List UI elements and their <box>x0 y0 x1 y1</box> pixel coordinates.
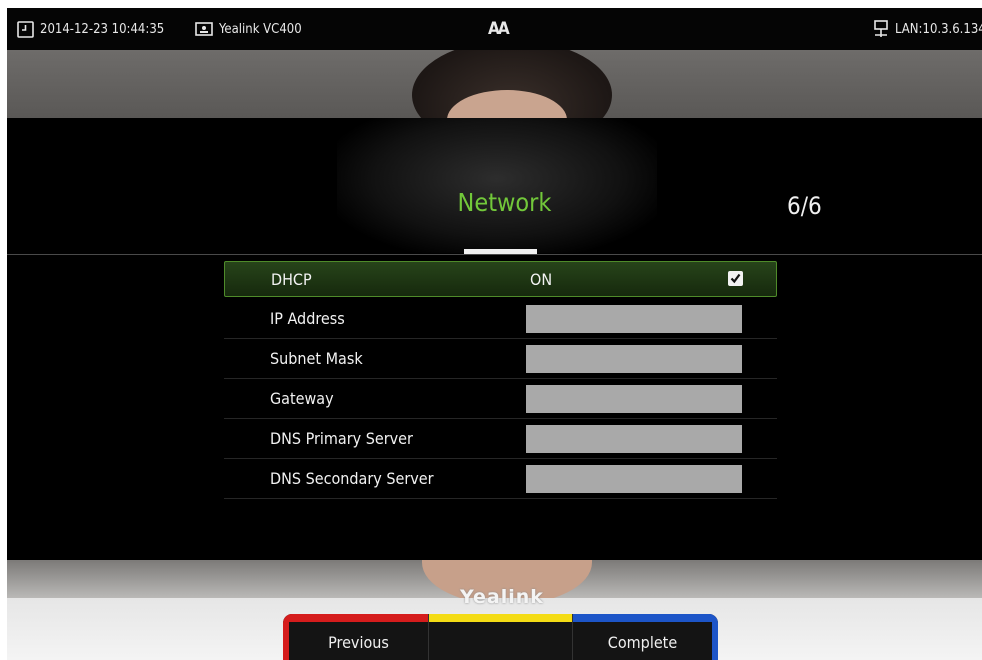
subnet-mask-row: Subnet Mask <box>224 339 777 379</box>
datetime-text: 2014-12-23 10:44:35 <box>40 21 165 37</box>
screen: 2014-12-23 10:44:35 Yealink VC400 AA LAN… <box>7 8 982 660</box>
subnet-mask-field[interactable] <box>526 345 742 373</box>
clock-icon <box>17 20 40 38</box>
blue-key-bar <box>573 614 712 622</box>
network-settings-list: DHCP ON IP Address Subnet Mask Gateway D… <box>224 261 777 499</box>
softkey-bar: Previous Complete <box>283 614 718 660</box>
status-bar: 2014-12-23 10:44:35 Yealink VC400 AA LAN… <box>7 8 982 50</box>
ip-address-field[interactable] <box>526 305 742 333</box>
ip-address-label: IP Address <box>270 309 345 328</box>
title-glow <box>337 118 657 253</box>
ip-address-row: IP Address <box>224 299 777 339</box>
display-icon <box>195 22 219 36</box>
dns-secondary-label: DNS Secondary Server <box>270 469 434 488</box>
checkmark-icon <box>730 273 741 284</box>
subnet-mask-label: Subnet Mask <box>270 349 363 368</box>
gateway-label: Gateway <box>270 389 334 408</box>
font-size-icon[interactable]: AA <box>488 8 510 50</box>
dns-secondary-field[interactable] <box>526 465 742 493</box>
dhcp-value: ON <box>530 269 553 289</box>
network-icon <box>873 20 895 38</box>
status-datetime: 2014-12-23 10:44:35 <box>17 8 164 50</box>
dhcp-row[interactable]: DHCP ON <box>224 261 777 297</box>
dhcp-checkbox[interactable] <box>728 271 743 286</box>
page-indicator: 6/6 <box>787 192 822 220</box>
setup-wizard-panel: Network 6/6 DHCP ON IP Address Subnet Ma… <box>7 118 982 560</box>
yellow-softkey-label <box>429 624 572 660</box>
dns-secondary-row: DNS Secondary Server <box>224 459 777 499</box>
complete-button[interactable]: Complete <box>573 614 718 660</box>
panel-divider <box>7 254 982 255</box>
yellow-key-bar <box>429 614 572 622</box>
dns-primary-label: DNS Primary Server <box>270 429 413 448</box>
yellow-softkey[interactable] <box>428 614 573 660</box>
video-background-top <box>7 50 982 118</box>
previous-label: Previous <box>328 632 389 652</box>
dns-primary-field[interactable] <box>526 425 742 453</box>
gateway-field[interactable] <box>526 385 742 413</box>
previous-button[interactable]: Previous <box>283 614 428 660</box>
wizard-title: Network <box>457 188 552 217</box>
model-text: Yealink VC400 <box>219 21 302 37</box>
lan-text: LAN:10.3.6.134 <box>895 21 982 37</box>
dhcp-label: DHCP <box>271 269 312 289</box>
red-key-bar <box>289 614 428 622</box>
status-lan: LAN:10.3.6.134 <box>873 8 982 50</box>
complete-label: Complete <box>607 632 678 652</box>
dns-primary-row: DNS Primary Server <box>224 419 777 459</box>
gateway-row: Gateway <box>224 379 777 419</box>
yealink-logo: Yealink <box>460 586 544 608</box>
status-model: Yealink VC400 <box>195 8 302 50</box>
